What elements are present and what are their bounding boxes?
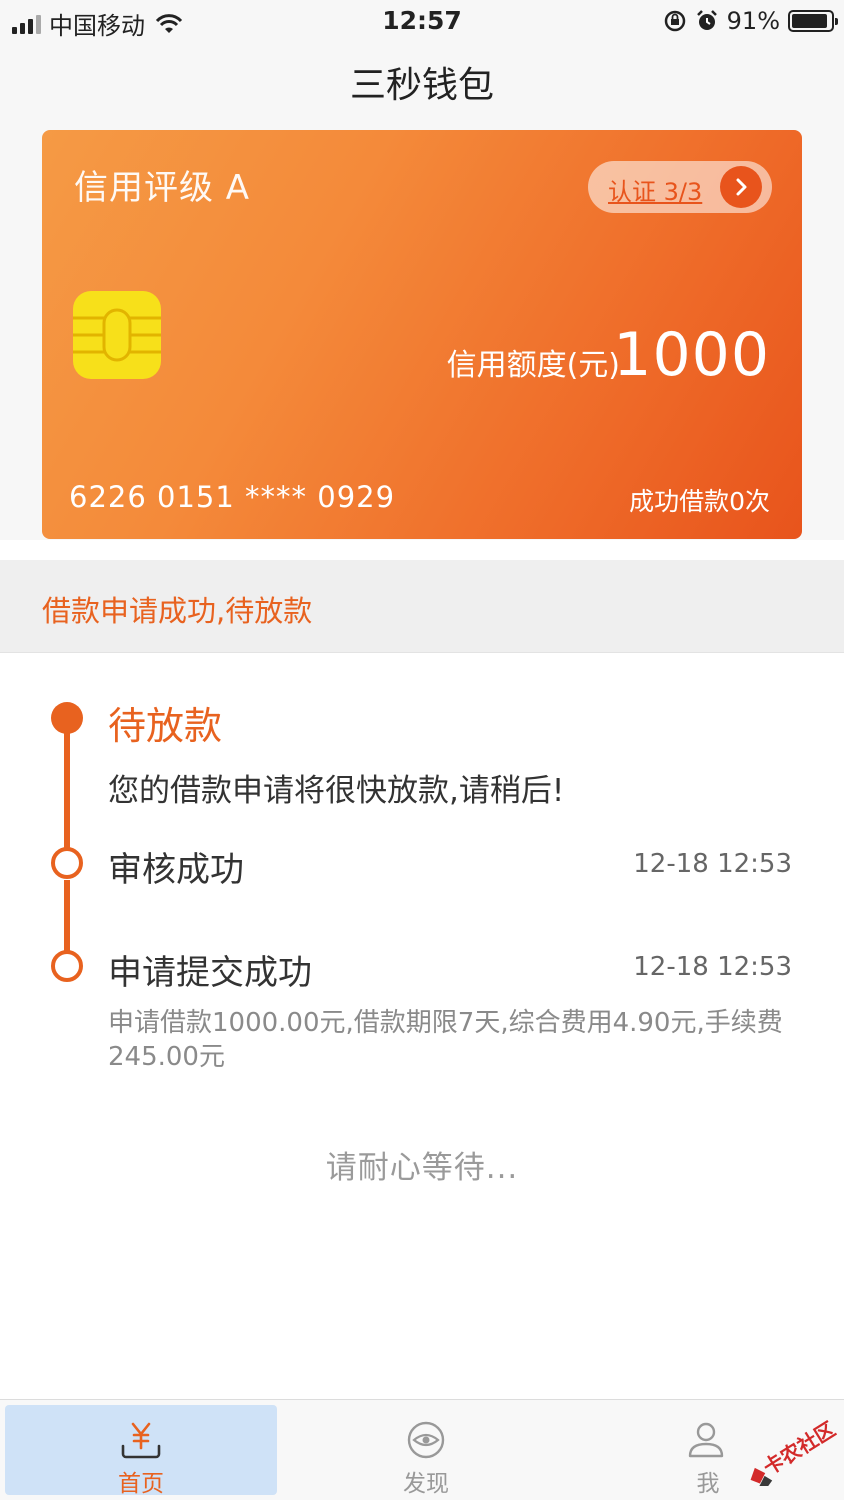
- tab-bar: 首页 发现 我: [0, 1399, 844, 1500]
- step-time: 12-18 12:53: [633, 952, 792, 982]
- timeline-line: [64, 716, 70, 862]
- step-time: 12-18 12:53: [633, 849, 792, 879]
- step-title: 申请提交成功: [108, 953, 312, 993]
- tab-home[interactable]: 首页: [5, 1405, 277, 1497]
- yen-tray-icon: [121, 1422, 161, 1459]
- eye-icon: [407, 1421, 445, 1459]
- loan-count: 成功借款0次: [629, 487, 770, 516]
- certification-label: 认证 3/3: [608, 178, 703, 206]
- credit-card: 信用评级 A 认证 3/3 信用额度(元) 1000 6226 0151 ***…: [42, 130, 802, 539]
- step-description: 您的借款申请将很快放款,请稍后!: [108, 773, 565, 809]
- watermark-text: 卡农社区: [759, 1417, 838, 1480]
- user-icon: [688, 1422, 724, 1458]
- tab-label: 首页: [118, 1471, 164, 1497]
- alarm-icon: [696, 10, 717, 30]
- waiting-message: 请耐心等待...: [325, 1150, 519, 1186]
- timeline-dot: [51, 847, 83, 879]
- status-banner: 借款申请成功,待放款: [0, 560, 844, 653]
- rotation-lock-icon: [664, 10, 685, 32]
- status-right: 91%: [663, 7, 838, 35]
- credit-limit-label: 信用额度(元): [446, 348, 620, 383]
- status-bar: 中国移动 12:57 91%: [0, 0, 844, 44]
- card-number: 6226 0151 **** 0929: [69, 480, 396, 514]
- status-banner-text: 借款申请成功,待放款: [42, 594, 313, 628]
- timeline-dot: [51, 950, 83, 982]
- battery-icon: [788, 10, 838, 32]
- nav-bar: 三秒钱包: [0, 44, 844, 130]
- step-detail: 申请借款1000.00元,借款期限7天,综合费用4.90元,手续费245.00元: [108, 1008, 783, 1072]
- battery-level: [792, 14, 827, 28]
- step-title: 待放款: [108, 704, 223, 748]
- page-title: 三秒钱包: [349, 65, 494, 106]
- battery-percent: 91%: [726, 7, 780, 35]
- watermark-logo: 卡农社区: [750, 1417, 838, 1486]
- credit-rating: 信用评级 A: [74, 168, 251, 208]
- chevron-right-icon: [720, 166, 762, 208]
- timeline-dot-active: [51, 702, 83, 734]
- credit-limit-value: 1000: [613, 320, 770, 390]
- card-chip-icon: [73, 291, 161, 379]
- step-title: 审核成功: [108, 850, 244, 890]
- card-section: 信用评级 A 认证 3/3 信用额度(元) 1000 6226 0151 ***…: [0, 130, 844, 540]
- certification-button[interactable]: 认证 3/3: [588, 161, 772, 213]
